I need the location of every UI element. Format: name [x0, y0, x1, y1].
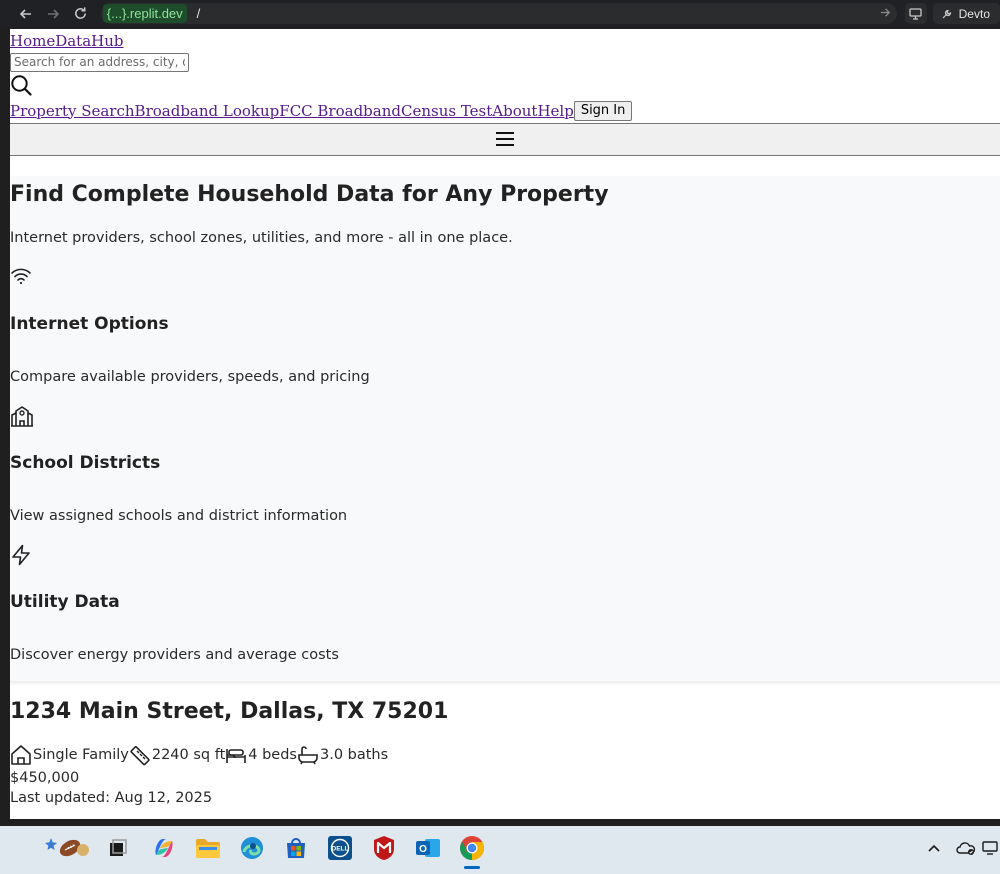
feature-description: View assigned schools and district infor…	[10, 507, 348, 524]
house-icon	[11, 744, 31, 765]
sign-in-button[interactable]: Sign In	[573, 100, 633, 121]
forward-button[interactable]	[40, 0, 68, 27]
property-sqft-label: 2240 sq ft	[151, 746, 226, 763]
dell-icon[interactable]: DELL	[324, 832, 356, 864]
window-edge	[0, 29, 10, 819]
school-icon	[10, 405, 1000, 429]
forward-arrow-icon	[48, 8, 60, 19]
url-domain: {...}.replit.dev	[102, 4, 187, 23]
feature-description: Compare available providers, speeds, and…	[10, 368, 370, 385]
reload-icon	[75, 7, 87, 19]
search-button[interactable]	[10, 74, 1000, 98]
feature-title: Internet Options	[10, 313, 169, 334]
devtools-button[interactable]: Devto	[932, 3, 1000, 24]
property-address: 1234 Main Street, Dallas, TX 75201	[10, 698, 449, 724]
feature-title: Utility Data	[10, 591, 120, 612]
nav-about[interactable]: About	[492, 102, 537, 120]
search-row	[10, 51, 1000, 72]
wifi-icon	[10, 266, 1000, 290]
feature-description: Discover energy providers and average co…	[10, 646, 339, 663]
send-arrow-icon[interactable]	[880, 7, 891, 21]
active-app-indicator	[464, 866, 480, 869]
property-beds-label: 4 beds	[248, 746, 297, 763]
nav-property-search[interactable]: Property Search	[10, 102, 135, 120]
nav-census-test[interactable]: Census Test	[401, 102, 492, 120]
bed-icon	[226, 748, 247, 763]
back-button[interactable]	[12, 0, 40, 27]
ruler-icon	[130, 745, 150, 765]
property-baths-label: 3.0 baths	[319, 746, 389, 763]
store-icon[interactable]	[280, 832, 312, 864]
page-viewport[interactable]: HomeDataHub Property Search Broadband Lo…	[10, 29, 1000, 819]
screen-cast-button[interactable]	[904, 3, 927, 24]
property-sqft: 2240 sq ft	[129, 744, 225, 766]
reload-button[interactable]	[67, 0, 95, 27]
bathtub-icon	[298, 745, 318, 764]
address-bar[interactable]: {...}.replit.dev /	[100, 3, 897, 24]
browser-toolbar: {...}.replit.dev / Devto	[0, 0, 1000, 27]
search-input[interactable]	[10, 52, 189, 72]
hero-title: Find Complete Household Data for Any Pro…	[10, 181, 609, 207]
property-price: $450,000	[10, 769, 80, 786]
chevron-up-icon[interactable]	[918, 832, 950, 864]
mobile-menu-button[interactable]	[10, 122, 1000, 156]
copilot-icon[interactable]	[148, 832, 180, 864]
main-nav: Property Search Broadband Lookup FCC Bro…	[10, 100, 1000, 122]
nav-help[interactable]: Help	[537, 102, 573, 120]
property-card: 1234 Main Street, Dallas, TX 75201 Singl…	[10, 685, 1000, 808]
nav-broadband-lookup[interactable]: Broadband Lookup	[135, 102, 280, 120]
lightning-icon	[10, 544, 1000, 568]
window-bottom-edge	[0, 819, 1000, 826]
url-path: /	[196, 6, 201, 21]
last-updated: Last updated: Aug 12, 2025	[10, 789, 213, 806]
url-domain-text: {...}.replit.dev	[106, 6, 183, 21]
hero-tagline: Internet providers, school zones, utilit…	[10, 229, 513, 246]
file-explorer-icon[interactable]	[192, 832, 224, 864]
feature-title: School Districts	[10, 452, 161, 473]
edge-icon[interactable]	[236, 832, 268, 864]
property-baths: 3.0 baths	[297, 745, 388, 765]
page: HomeDataHub Property Search Broadband Lo…	[10, 29, 1000, 808]
onedrive-icon[interactable]	[950, 832, 982, 864]
svg-text:O: O	[419, 844, 427, 855]
svg-text:DELL: DELL	[332, 846, 349, 853]
feature-schools: School Districts View assigned schools a…	[10, 405, 1000, 526]
widgets-icon[interactable]	[44, 832, 92, 864]
hamburger-menu-icon	[496, 132, 514, 146]
property-meta: Single Family 2240 sq ft 4 beds 3.0 bath…	[10, 744, 1000, 766]
property-beds: 4 beds	[225, 745, 297, 765]
outlook-icon[interactable]: O	[412, 832, 444, 864]
nav-fcc-broadband[interactable]: FCC Broadband	[279, 102, 401, 120]
back-arrow-icon	[19, 8, 31, 19]
devtools-label: Devto	[958, 6, 990, 21]
brand-link[interactable]: HomeDataHub	[10, 32, 124, 50]
property-type-label: Single Family	[33, 746, 129, 763]
spacer	[10, 155, 1000, 176]
wrench-icon	[942, 9, 951, 18]
feature-utilities: Utility Data Discover energy providers a…	[10, 544, 1000, 665]
search-icon	[11, 74, 32, 96]
feature-internet: Internet Options Compare available provi…	[10, 266, 1000, 387]
chrome-icon[interactable]	[456, 832, 488, 864]
property-type: Single Family	[10, 744, 129, 766]
display-icon[interactable]	[980, 832, 1000, 864]
mcafee-icon[interactable]	[368, 832, 400, 864]
task-view-icon[interactable]	[102, 832, 134, 864]
monitor-icon	[909, 7, 922, 20]
hero-section: Find Complete Household Data for Any Pro…	[10, 175, 1000, 681]
